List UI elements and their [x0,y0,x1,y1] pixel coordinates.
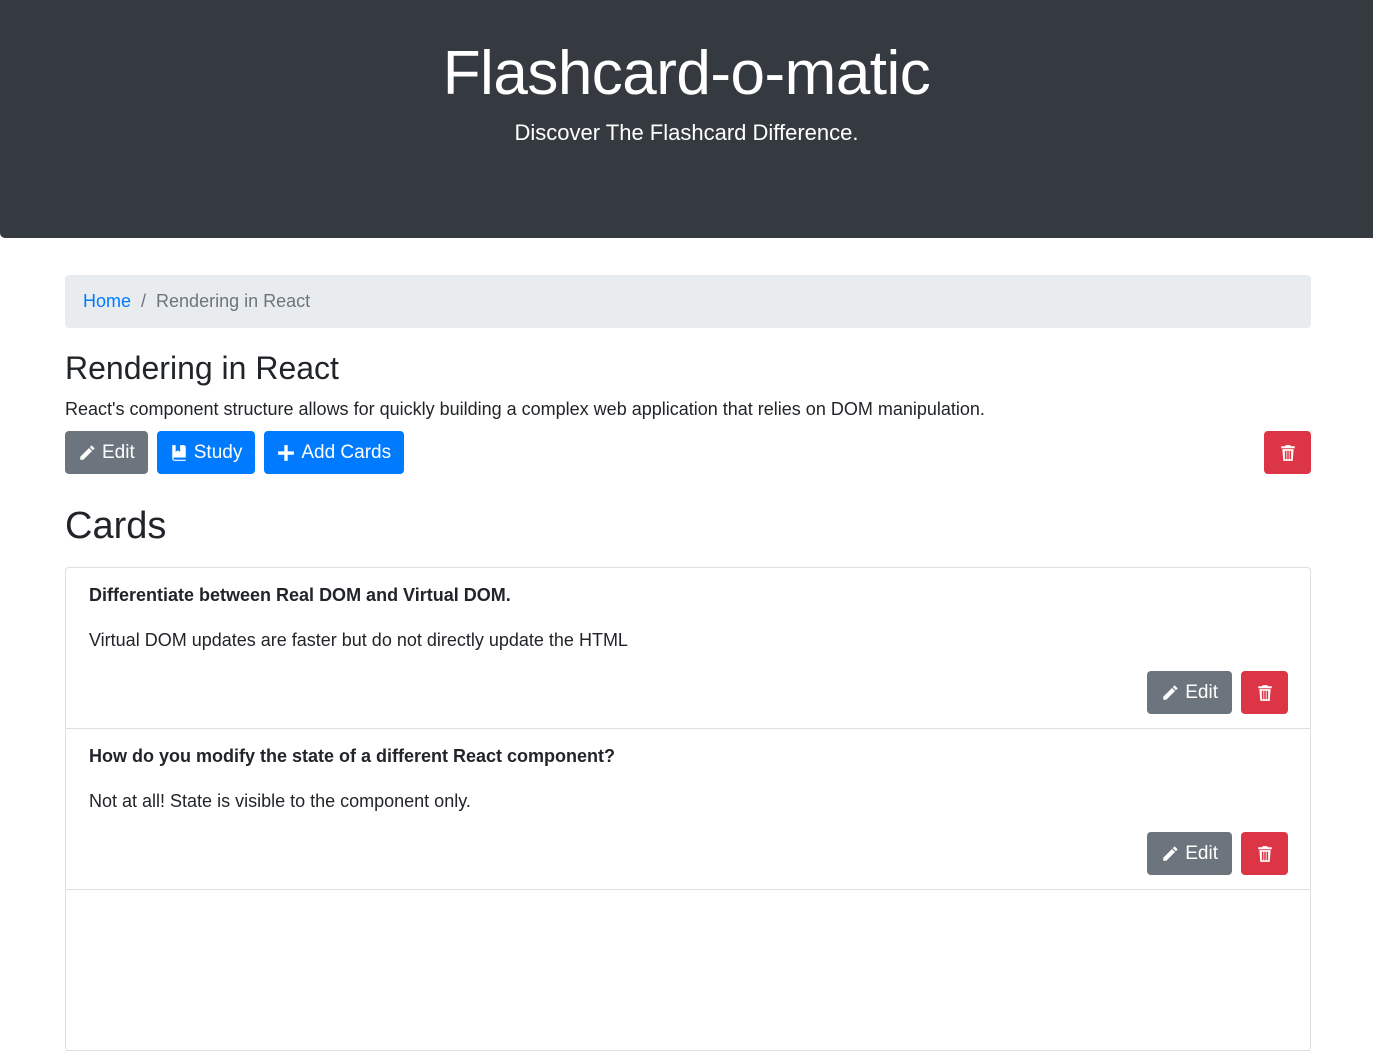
site-header: Flashcard-o-matic Discover The Flashcard… [0,0,1373,238]
card-item: Differentiate between Real DOM and Virtu… [66,568,1310,729]
trash-icon [1257,845,1273,863]
breadcrumb: Home / Rendering in React [65,275,1311,328]
study-label: Study [193,441,243,463]
edit-card-label: Edit [1185,681,1218,703]
breadcrumb-current: Rendering in React [156,291,311,311]
pencil-icon [1161,845,1179,863]
add-cards-label: Add Cards [301,441,392,463]
plus-icon [277,444,295,462]
trash-icon [1280,444,1296,462]
edit-card-button[interactable]: Edit [1147,671,1232,714]
edit-card-label: Edit [1185,842,1218,864]
card-front-text: How do you modify the state of a differe… [89,746,616,766]
breadcrumb-separator: / [141,291,147,311]
card-list: Differentiate between Real DOM and Virtu… [65,567,1311,1051]
card-front-text: Differentiate between Real DOM and Virtu… [89,585,511,605]
card-back-text: Not at all! State is visible to the comp… [89,791,471,811]
pencil-icon [1161,684,1179,702]
pencil-icon [78,444,96,462]
card-back-text: Virtual DOM updates are faster but do no… [89,630,628,650]
deck-actions: Edit Study Add Cards [65,431,1311,474]
edit-deck-button[interactable]: Edit [65,431,148,474]
card-item-partial [66,890,1310,1051]
site-title: Flashcard-o-matic [442,39,931,108]
edit-deck-label: Edit [102,441,135,463]
book-icon [170,444,188,462]
cards-heading: Cards [65,505,167,547]
main-content: Home / Rendering in React Rendering in R… [65,275,1311,1051]
deck-title: Rendering in React [65,350,339,386]
site-tagline: Discover The Flashcard Difference. [514,120,859,145]
card-item: How do you modify the state of a differe… [66,729,1310,890]
delete-card-button[interactable] [1241,832,1288,875]
add-cards-button[interactable]: Add Cards [264,431,405,474]
delete-card-button[interactable] [1241,671,1288,714]
delete-deck-button[interactable] [1264,431,1311,474]
trash-icon [1257,684,1273,702]
card-actions: Edit [1147,671,1288,714]
breadcrumb-home-link[interactable]: Home [83,291,131,312]
card-actions: Edit [1147,832,1288,875]
deck-description: React's component structure allows for q… [65,399,985,419]
edit-card-button[interactable]: Edit [1147,832,1232,875]
study-button[interactable]: Study [156,431,256,474]
